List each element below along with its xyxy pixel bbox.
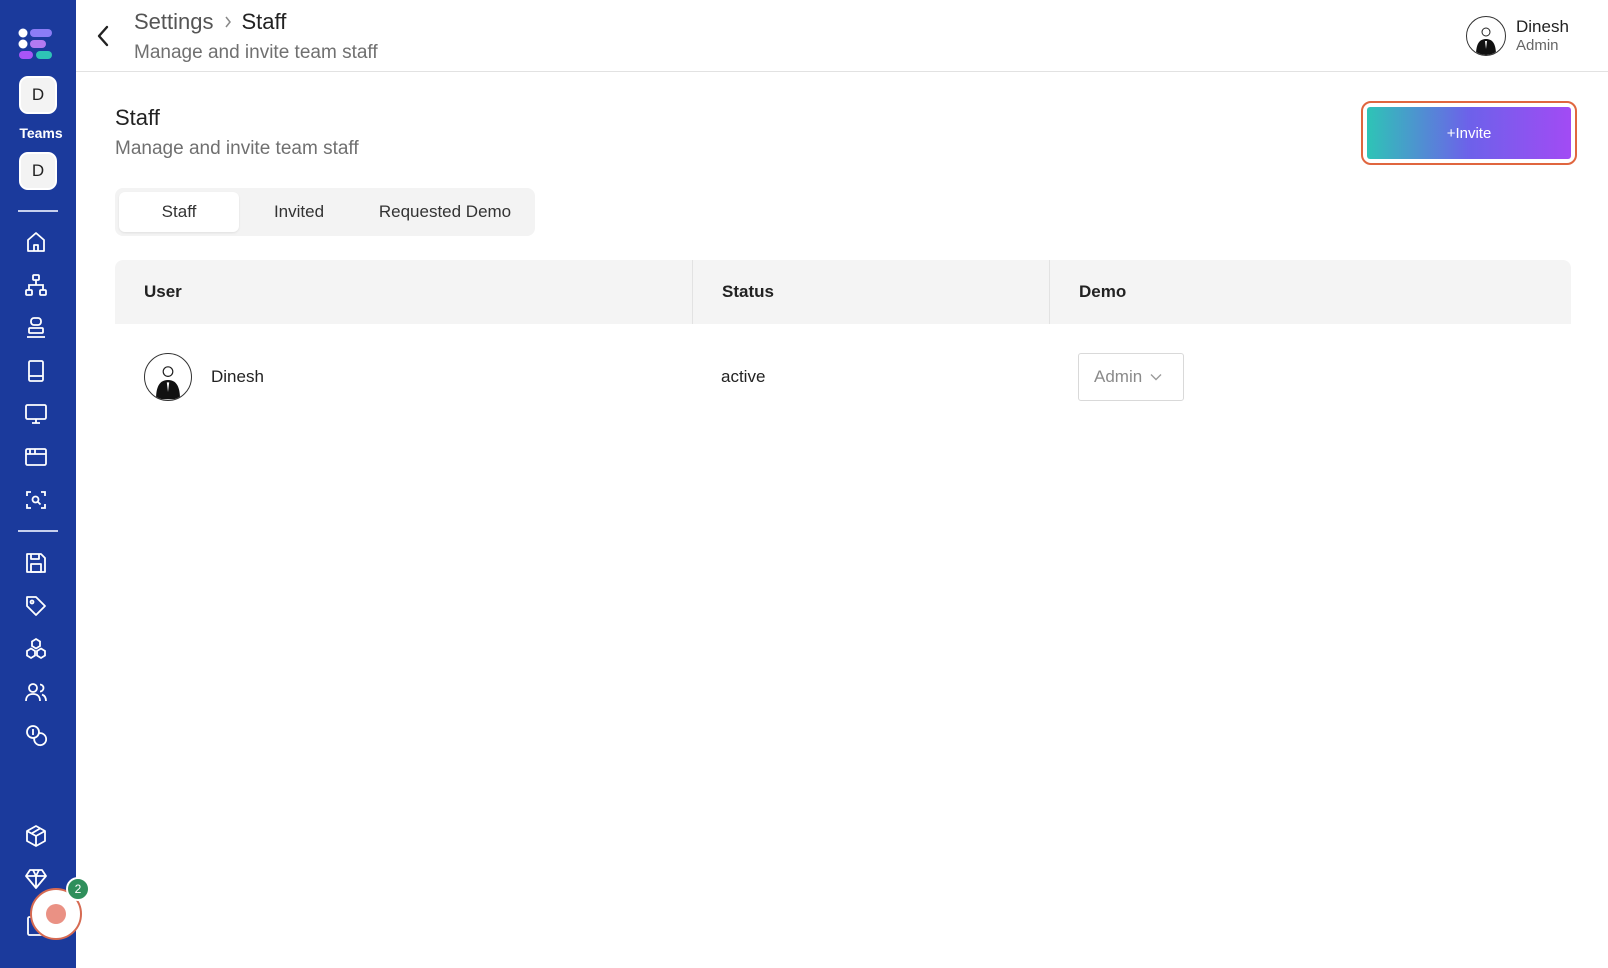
back-button[interactable]: [90, 22, 116, 50]
role-select-value: Admin: [1094, 367, 1143, 386]
row-status: active: [721, 367, 766, 386]
sidebar-divider-2: [18, 530, 58, 532]
tab-bar: Staff Invited Requested Demo: [115, 188, 535, 236]
staff-table: User Status Demo Dinesh active Admin: [115, 260, 1571, 430]
column-header-status: Status: [692, 260, 1049, 324]
teams-label: Teams: [19, 125, 63, 141]
cell-demo: Admin: [1049, 324, 1571, 430]
chevron-left-icon: [97, 25, 109, 47]
role-select[interactable]: Admin: [1078, 353, 1184, 401]
record-dot-icon: [46, 904, 66, 924]
tab-invited[interactable]: Invited: [239, 192, 359, 232]
column-header-user: User: [144, 282, 182, 301]
coins-icon[interactable]: [23, 722, 49, 748]
sidebar: D Teams D: [0, 0, 76, 968]
top-header: Settings Staff Manage and invite team st…: [76, 0, 1608, 72]
row-user-name: Dinesh: [211, 367, 264, 386]
boxes-icon[interactable]: [23, 636, 49, 662]
tab-staff[interactable]: Staff: [119, 192, 239, 232]
column-header-demo: Demo: [1049, 260, 1571, 324]
browser-window-icon[interactable]: [23, 444, 49, 470]
app-logo-icon[interactable]: [18, 28, 54, 60]
breadcrumb-settings[interactable]: Settings: [134, 9, 214, 35]
page-subtitle: Manage and invite team staff: [115, 138, 359, 159]
save-icon[interactable]: [23, 550, 49, 576]
user-silhouette-icon: [1476, 27, 1496, 55]
chevron-down-icon: [1150, 374, 1162, 381]
home-icon[interactable]: [23, 229, 49, 255]
users-icon[interactable]: [23, 679, 49, 705]
table-row: Dinesh active Admin: [115, 324, 1571, 430]
page-title: Staff: [115, 105, 160, 130]
avatar: [1466, 16, 1506, 56]
user-name: Dinesh: [1516, 17, 1569, 36]
invite-button-focus-ring: +Invite: [1361, 101, 1577, 165]
header-subtitle: Manage and invite team staff: [134, 42, 378, 63]
invite-button[interactable]: +Invite: [1367, 107, 1571, 159]
cell-status: active: [692, 324, 1049, 430]
sidebar-divider: [18, 210, 58, 212]
user-menu[interactable]: Dinesh Admin: [1466, 16, 1569, 56]
cell-user: Dinesh: [115, 324, 692, 430]
notification-badge: 2: [66, 877, 90, 901]
breadcrumb-staff: Staff: [241, 9, 287, 34]
table-header: User Status Demo: [115, 260, 1571, 324]
team-chip-primary[interactable]: D: [19, 76, 57, 114]
user-role: Admin: [1516, 37, 1559, 55]
package-plus-icon[interactable]: [23, 823, 49, 849]
chevron-right-icon: [224, 16, 232, 28]
scan-search-icon[interactable]: [23, 487, 49, 513]
tag-icon[interactable]: [23, 593, 49, 619]
user-silhouette-icon: [156, 366, 180, 400]
monitor-icon[interactable]: [23, 401, 49, 427]
breadcrumb: Settings Staff: [134, 9, 286, 35]
diamond-icon[interactable]: [23, 866, 49, 892]
tab-requested-demo[interactable]: Requested Demo: [359, 192, 531, 232]
book-icon[interactable]: [23, 358, 49, 384]
team-chip-secondary[interactable]: D: [19, 152, 57, 190]
avatar: [144, 353, 192, 401]
sitemap-icon[interactable]: [23, 272, 49, 298]
stack-icon[interactable]: [23, 315, 49, 341]
